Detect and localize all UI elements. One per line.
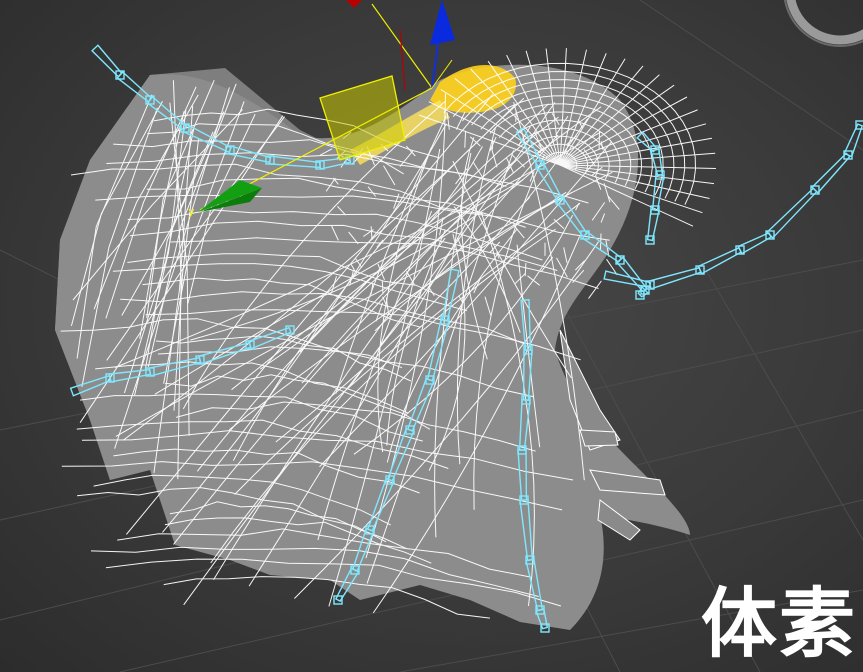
bone[interactable]	[651, 173, 665, 212]
bone[interactable]	[91, 44, 123, 78]
gizmo-x-arrow[interactable]	[346, 0, 362, 8]
gizmo-x-axis[interactable]	[371, 3, 433, 89]
wire-edge	[524, 262, 527, 277]
gizmo-y-axis-label: y	[188, 205, 195, 218]
view-ring-icon[interactable]	[783, 0, 863, 47]
wire-edge	[515, 110, 517, 122]
bone[interactable]	[647, 266, 702, 290]
viewport-scene[interactable]: y	[0, 0, 863, 672]
hair-strand	[579, 429, 619, 447]
3d-viewport[interactable]: y 体素	[0, 0, 863, 672]
gizmo-z-arrow[interactable]	[430, 0, 455, 45]
wire-edge	[588, 280, 602, 299]
watermark-text: 体素	[701, 579, 857, 668]
wire-edge	[381, 281, 384, 295]
